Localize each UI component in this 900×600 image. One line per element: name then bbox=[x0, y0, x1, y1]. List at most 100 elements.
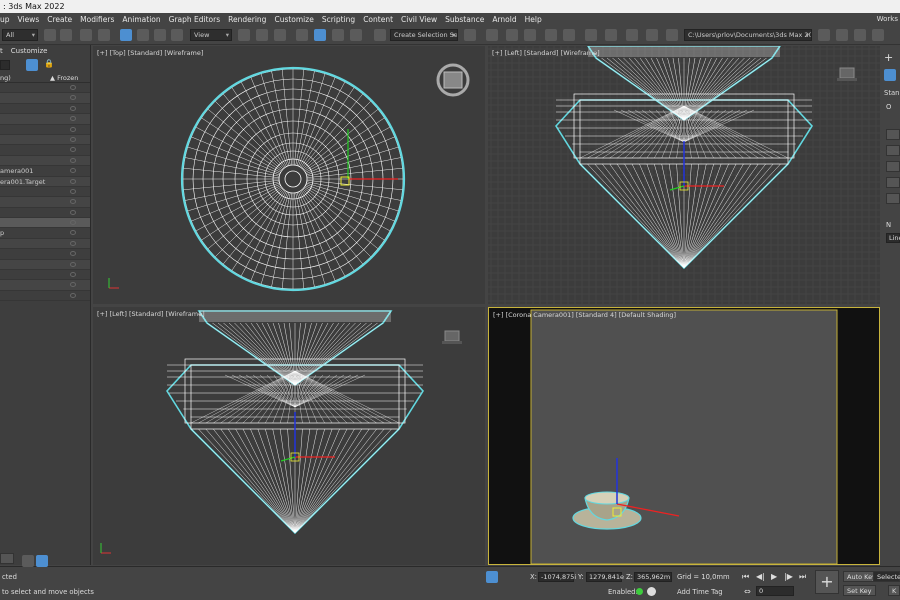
scene-object-row[interactable]: amera001 bbox=[0, 166, 90, 177]
freeze-toggle-icon[interactable] bbox=[70, 136, 76, 142]
primitive-button-4[interactable] bbox=[886, 177, 900, 188]
spinner-snap-icon[interactable] bbox=[350, 29, 362, 41]
folder-icon[interactable] bbox=[872, 29, 884, 41]
layer-icon[interactable] bbox=[72, 59, 84, 71]
percent-snap-icon[interactable] bbox=[332, 29, 344, 41]
viewport-front[interactable]: [+] [Left] [Standard] [Wireframe] bbox=[488, 46, 880, 304]
primitive-button-1[interactable] bbox=[886, 129, 900, 140]
freeze-toggle-icon[interactable] bbox=[70, 251, 76, 257]
frozen-column-header[interactable]: ▲ Frozen bbox=[50, 73, 78, 83]
isolate-selection-icon[interactable] bbox=[486, 571, 498, 583]
menu-rendering[interactable]: Rendering bbox=[228, 13, 274, 26]
scene-object-row[interactable] bbox=[0, 83, 90, 94]
selected-dropdown[interactable]: Selected bbox=[873, 571, 900, 582]
rotate-icon[interactable] bbox=[137, 29, 149, 41]
freeze-toggle-icon[interactable] bbox=[70, 116, 76, 122]
freeze-toggle-icon[interactable] bbox=[70, 209, 76, 215]
menu-animation[interactable]: Animation bbox=[122, 13, 168, 26]
menu-customize[interactable]: Customize bbox=[274, 13, 321, 26]
freeze-toggle-icon[interactable] bbox=[70, 261, 76, 267]
rect-selection-icon[interactable] bbox=[80, 29, 92, 41]
tab-customize[interactable]: Customize bbox=[11, 45, 48, 57]
adaptive-degradation-icon[interactable] bbox=[594, 586, 606, 598]
scene-object-row[interactable] bbox=[0, 259, 90, 271]
freeze-toggle-icon[interactable] bbox=[70, 220, 76, 226]
select-object-icon[interactable] bbox=[44, 29, 56, 41]
scene-object-row[interactable] bbox=[0, 280, 90, 291]
schematic-view-icon[interactable] bbox=[563, 29, 575, 41]
layers-icon[interactable] bbox=[22, 555, 34, 567]
freeze-toggle-icon[interactable] bbox=[70, 85, 76, 90]
freeze-toggle-icon[interactable] bbox=[70, 157, 76, 163]
set-key-icon[interactable]: + bbox=[815, 570, 839, 594]
menu-arnold[interactable]: Arnold bbox=[492, 13, 524, 26]
mirror-icon[interactable] bbox=[464, 29, 476, 41]
scene-object-row[interactable] bbox=[0, 249, 90, 260]
add-time-tag-label[interactable]: Add Time Tag bbox=[677, 588, 723, 596]
select-manipulate-icon[interactable] bbox=[256, 29, 268, 41]
scene-object-row[interactable] bbox=[0, 208, 90, 219]
menu-create[interactable]: Create bbox=[47, 13, 80, 26]
viewport-camera[interactable]: [+] [Corona Camera001] [Standard 4] [Def… bbox=[488, 307, 880, 565]
menu-help[interactable]: Help bbox=[525, 13, 550, 26]
project-path-dropdown[interactable]: C:\Users\prlov\Documents\3ds Max 2022 bbox=[684, 29, 812, 41]
lock-icon[interactable]: 🔒 bbox=[44, 59, 56, 71]
freeze-toggle-icon[interactable] bbox=[70, 178, 76, 184]
layer-explorer-icon[interactable] bbox=[506, 29, 518, 41]
primitive-button-5[interactable] bbox=[886, 193, 900, 204]
key-filters-button[interactable]: K bbox=[888, 585, 900, 596]
snaps-toggle-icon[interactable] bbox=[296, 29, 308, 41]
place-icon[interactable] bbox=[171, 29, 183, 41]
menu-substance[interactable]: Substance bbox=[445, 13, 492, 26]
play-icon[interactable]: ▶ bbox=[771, 572, 777, 581]
freeze-toggle-icon[interactable] bbox=[70, 105, 76, 111]
scene-object-row[interactable] bbox=[0, 93, 90, 104]
name-column-header[interactable]: ng) bbox=[0, 74, 11, 82]
workspace-label[interactable]: Works bbox=[877, 13, 898, 26]
viewport-camera-label[interactable]: [+] [Corona Camera001] [Standard 4] [Def… bbox=[493, 311, 676, 319]
render-production-icon[interactable] bbox=[646, 29, 658, 41]
render-setup-icon[interactable] bbox=[605, 29, 617, 41]
menu-scripting[interactable]: Scripting bbox=[322, 13, 363, 26]
object-name-field[interactable]: Line bbox=[886, 233, 900, 243]
freeze-toggle-icon[interactable] bbox=[70, 95, 76, 101]
keyboard-shortcut-icon[interactable] bbox=[274, 29, 286, 41]
create-tab-icon[interactable]: + bbox=[884, 51, 893, 64]
toggle-ribbon-icon[interactable] bbox=[524, 29, 536, 41]
script-listener-icon[interactable] bbox=[36, 555, 48, 567]
previous-frame-icon[interactable]: ◀| bbox=[756, 572, 765, 581]
go-to-start-icon[interactable]: ⏮ bbox=[742, 572, 749, 582]
menu-group[interactable]: up bbox=[0, 13, 18, 26]
go-to-end-icon[interactable]: ⏭ bbox=[799, 572, 806, 582]
align-icon[interactable] bbox=[486, 29, 498, 41]
set-key-button[interactable]: Set Key bbox=[843, 585, 876, 596]
edit-named-selection-icon[interactable] bbox=[374, 29, 386, 41]
freeze-toggle-icon[interactable] bbox=[70, 126, 76, 132]
menu-content[interactable]: Content bbox=[363, 13, 401, 26]
freeze-toggle-icon[interactable] bbox=[70, 188, 76, 194]
tab-select[interactable]: t bbox=[0, 45, 3, 57]
scene-object-row[interactable]: era001.Target bbox=[0, 176, 90, 187]
freeze-toggle-icon[interactable] bbox=[70, 147, 76, 153]
save-file-icon[interactable] bbox=[854, 29, 866, 41]
selection-lock-icon[interactable] bbox=[502, 571, 514, 583]
viewport-top[interactable]: [+] [Top] [Standard] [Wireframe] bbox=[93, 46, 485, 304]
scene-object-row[interactable] bbox=[0, 155, 90, 167]
pivot-icon[interactable] bbox=[238, 29, 250, 41]
timeline-button[interactable] bbox=[0, 553, 14, 564]
viewport-front-label[interactable]: [+] [Left] [Standard] [Wireframe] bbox=[492, 49, 600, 57]
filter-icon[interactable] bbox=[26, 59, 38, 71]
freeze-toggle-icon[interactable] bbox=[70, 168, 76, 174]
menu-modifiers[interactable]: Modifiers bbox=[80, 13, 122, 26]
geometry-icon[interactable] bbox=[884, 69, 896, 81]
z-coordinate-field[interactable]: 365,962m bbox=[634, 572, 672, 582]
scene-object-row[interactable] bbox=[0, 270, 90, 281]
freeze-toggle-icon[interactable] bbox=[70, 230, 76, 236]
named-selection-dropdown[interactable]: Create Selection Se bbox=[390, 29, 458, 41]
reference-coordinate-dropdown[interactable]: View bbox=[190, 29, 232, 41]
key-mode-icon[interactable]: ⇔ bbox=[744, 587, 751, 596]
time-configuration-icon[interactable] bbox=[798, 586, 810, 598]
render-frame-icon[interactable] bbox=[626, 29, 638, 41]
angle-snap-icon[interactable] bbox=[314, 29, 326, 41]
search-input[interactable] bbox=[0, 60, 10, 70]
